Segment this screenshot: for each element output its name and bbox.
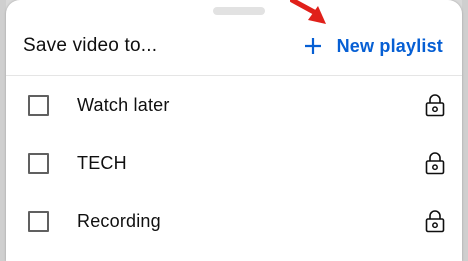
recording-checkbox[interactable] [28, 210, 49, 232]
playlist-list: Watch later TECH Recording [6, 76, 462, 250]
sheet-title: Save video to... [23, 35, 158, 56]
backdrop-right [462, 0, 468, 261]
playlist-row-watch-later[interactable]: Watch later [6, 76, 462, 134]
tech-checkbox[interactable] [28, 152, 49, 174]
playlist-label: TECH [77, 152, 127, 173]
plus-icon [304, 38, 321, 54]
playlist-label: Recording [77, 210, 161, 231]
watch-later-checkbox[interactable] [28, 94, 49, 116]
new-playlist-button[interactable]: New playlist [303, 36, 443, 57]
lock-icon [425, 152, 445, 175]
new-playlist-label: New playlist [336, 35, 443, 56]
save-video-sheet: Save video to... New playlist Watch late… [6, 0, 462, 261]
playlist-row-recording[interactable]: Recording [6, 192, 462, 250]
lock-icon [425, 210, 445, 233]
playlist-label: Watch later [77, 94, 170, 115]
drag-handle[interactable] [213, 7, 265, 15]
playlist-row-tech[interactable]: TECH [6, 134, 462, 192]
lock-icon [425, 94, 445, 117]
sheet-header: Save video to... New playlist [6, 20, 462, 72]
